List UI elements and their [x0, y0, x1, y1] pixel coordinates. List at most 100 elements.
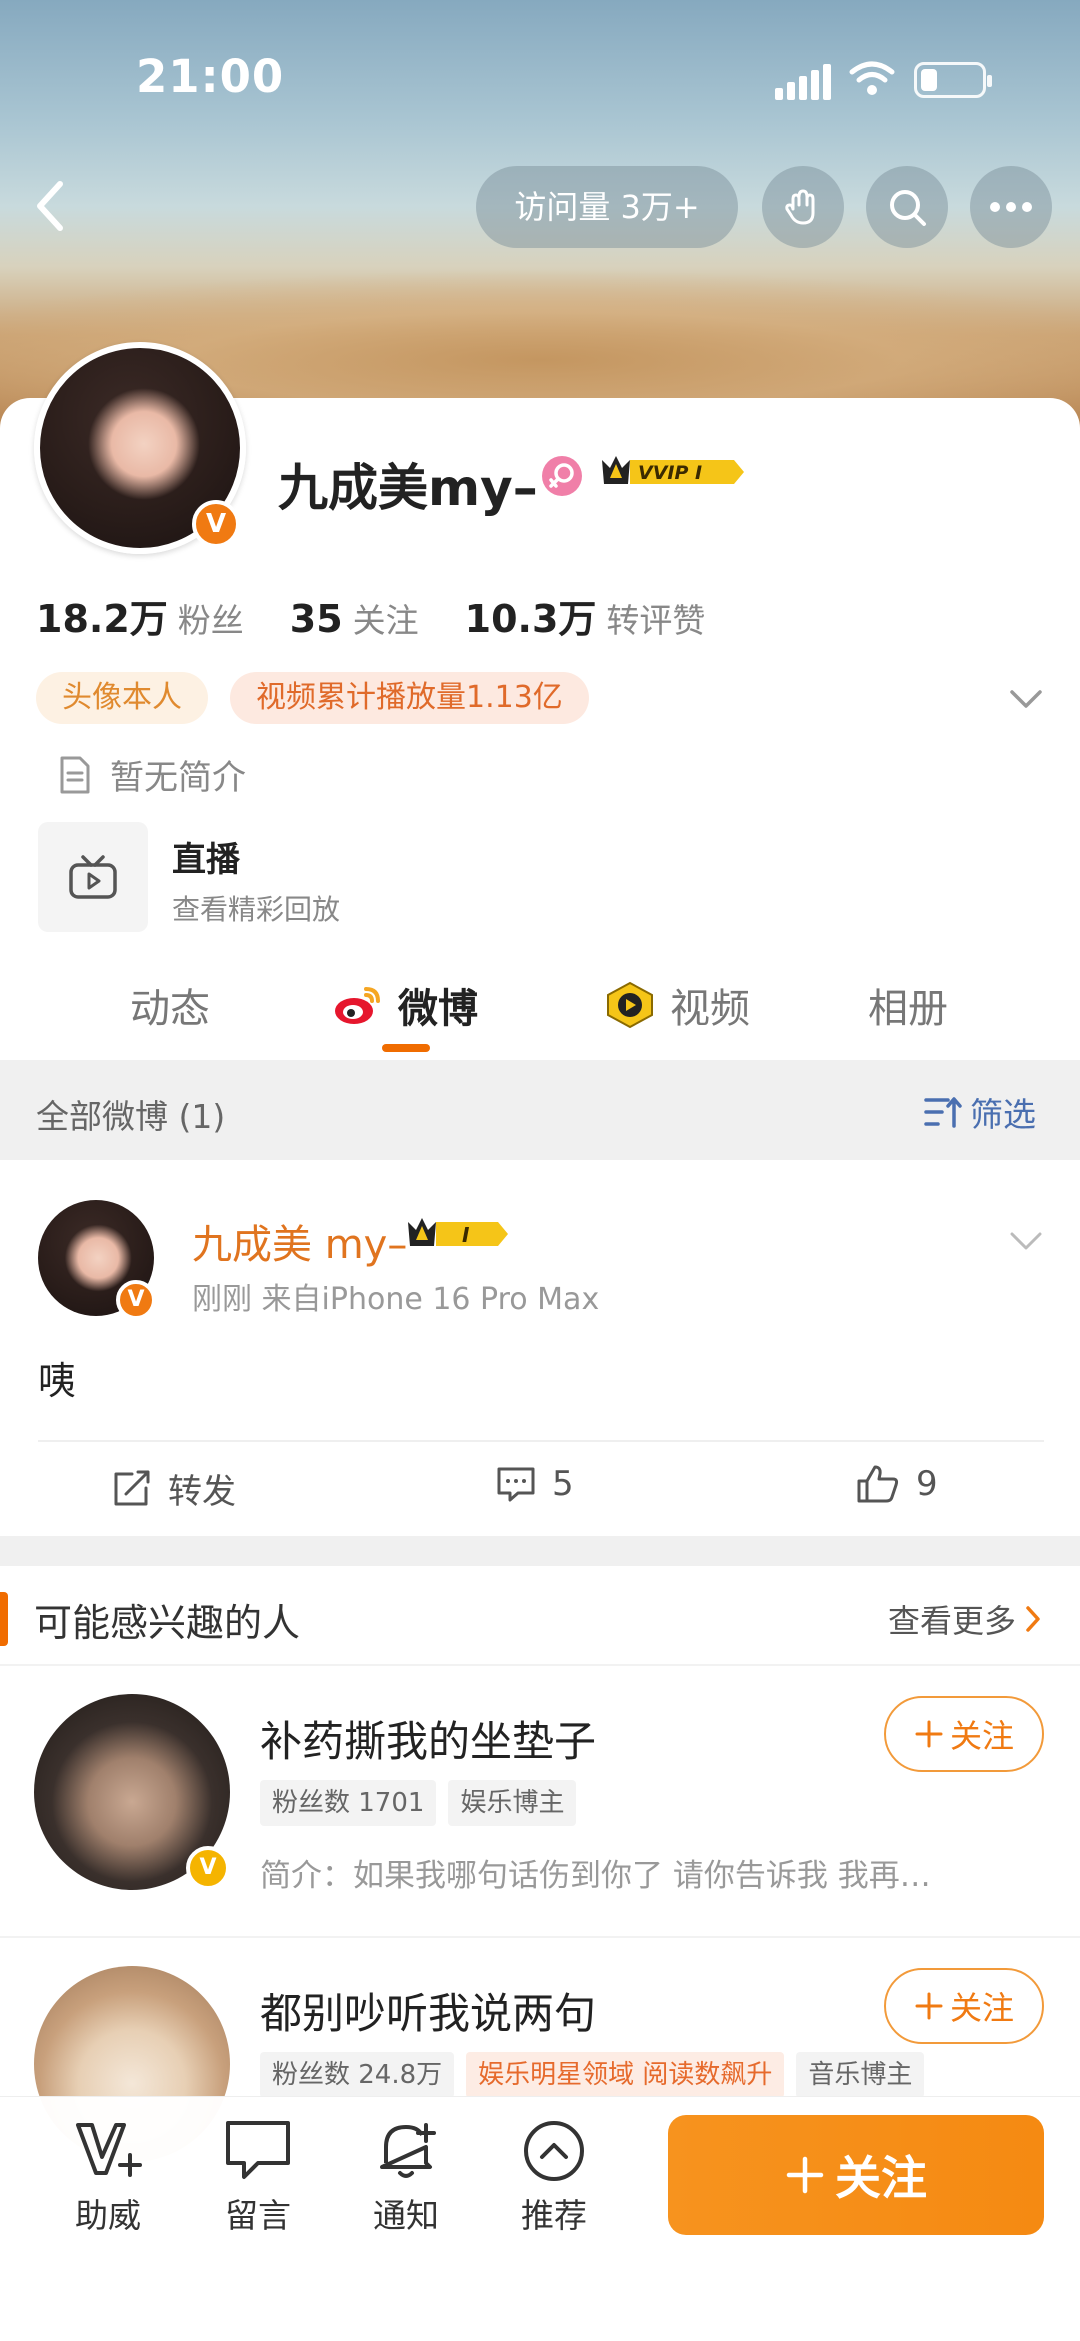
- tab-album[interactable]: 相册: [868, 976, 948, 1034]
- chevron-up-circle-icon: [524, 2121, 584, 2181]
- interactions-label: 转评赞: [606, 601, 706, 640]
- post-author[interactable]: 九成美 my–: [192, 1212, 407, 1270]
- battery-icon: [914, 62, 992, 98]
- tab-dynamics[interactable]: 动态: [130, 976, 210, 1034]
- tab-label: 微博: [398, 986, 478, 1032]
- back-icon[interactable]: [30, 176, 70, 236]
- repost-button[interactable]: 转发: [112, 1464, 236, 1513]
- plus-icon: [786, 2156, 824, 2194]
- verified-badge: V: [186, 1846, 230, 1890]
- vvip-badge: VVIP I: [602, 456, 744, 484]
- thumbs-up-icon: [857, 1465, 899, 1503]
- tab-label: 视频: [670, 986, 750, 1032]
- live-subtitle[interactable]: 查看精彩回放: [172, 888, 340, 928]
- message-label: 留言: [225, 2196, 291, 2235]
- message-icon: [226, 2121, 290, 2179]
- followers-count[interactable]: 18.2万: [36, 588, 168, 643]
- interactions-count: 10.3万: [464, 597, 597, 641]
- user-tags: 粉丝数 1701 娱乐博主: [260, 1780, 577, 1826]
- tv-play-icon: [69, 855, 117, 899]
- chevron-right-icon: [1026, 1606, 1040, 1632]
- vvip-badge-text: VVIP I: [638, 462, 702, 484]
- comment-button[interactable]: 5: [496, 1464, 574, 1504]
- divider: [38, 1440, 1044, 1442]
- plus-icon: [915, 1720, 943, 1748]
- section-accent-bar: [0, 1592, 8, 1646]
- document-icon: [60, 756, 90, 793]
- status-bar: 21:00: [0, 50, 1080, 110]
- recommended-user[interactable]: V 补药撕我的坐垫子 粉丝数 1701 娱乐博主 简介：如果我哪句话伤到你了 请…: [0, 1668, 1080, 1938]
- filter-button[interactable]: 筛选: [924, 1088, 1036, 1136]
- fans-count-tag: 粉丝数 1701: [260, 1780, 437, 1826]
- cheer-label: 助威: [75, 2196, 141, 2235]
- followers-label[interactable]: 粉丝: [178, 594, 244, 642]
- verified-badge: V: [192, 500, 240, 548]
- tag-video-plays[interactable]: 视频累计播放量1.13亿: [230, 672, 589, 724]
- tab-label: 动态: [130, 986, 210, 1032]
- recommend-button[interactable]: 推荐: [494, 2117, 614, 2237]
- follow-label: 关注: [949, 1989, 1014, 2027]
- user-intro: 简介：如果我哪句话伤到你了 请你告诉我 我再…: [260, 1858, 931, 1894]
- follow-button[interactable]: 关注: [884, 1696, 1044, 1772]
- repost-icon: [114, 1470, 150, 1505]
- chevron-down-icon[interactable]: [1008, 684, 1044, 712]
- see-more-link[interactable]: 查看更多: [888, 1596, 1042, 1642]
- plus-icon: [915, 1992, 943, 2020]
- like-count: 9: [916, 1464, 938, 1504]
- recommend-title: 可能感兴趣的人: [34, 1601, 301, 1645]
- tab-label: 相册: [868, 986, 948, 1032]
- fans-count-tag: 粉丝数 24.8万: [260, 2052, 455, 2098]
- user-name[interactable]: 都别吵听我说两句: [260, 1980, 596, 2041]
- search-button[interactable]: [866, 166, 948, 248]
- following-count[interactable]: 35: [290, 597, 343, 641]
- repost-label: 转发: [168, 1472, 236, 1512]
- chevron-down-icon[interactable]: [1008, 1226, 1044, 1254]
- greet-button[interactable]: [762, 166, 844, 248]
- like-button[interactable]: 9: [856, 1464, 938, 1504]
- live-thumbnail[interactable]: [38, 822, 148, 932]
- filter-label: 筛选: [970, 1095, 1036, 1134]
- section-gap: [0, 1536, 1080, 1566]
- female-gender-icon: [542, 456, 582, 496]
- active-tab-indicator: [382, 1044, 430, 1052]
- profile-tabs: 动态 微博 视频 相册: [0, 962, 1080, 1062]
- user-name[interactable]: 补药撕我的坐垫子: [260, 1708, 596, 1769]
- tag-avatar-real[interactable]: 头像本人: [36, 672, 208, 724]
- more-dots-icon: [990, 202, 1032, 212]
- see-more-label: 查看更多: [888, 1602, 1017, 1640]
- comment-count: 5: [552, 1464, 574, 1504]
- visits-pill[interactable]: 访问量 3万+: [476, 166, 738, 248]
- filter-icon: [924, 1097, 962, 1128]
- profile-stats: 18.2万 粉丝 35 关注 10.3万 转评赞: [36, 588, 751, 643]
- category-tag: 娱乐博主: [448, 1780, 577, 1826]
- search-icon: [890, 190, 926, 226]
- follow-main-button[interactable]: 关注: [668, 2115, 1044, 2235]
- profile-name: 九成美my–: [278, 459, 538, 517]
- following-label[interactable]: 关注: [353, 594, 419, 642]
- category-tag: 音乐博主: [796, 2052, 925, 2098]
- weibo-post[interactable]: V 九成美 my– I 刚刚 来自iPhone 16 Pro Max 咦 转发 …: [0, 1160, 1080, 1536]
- profile-tags: 头像本人 视频累计播放量1.13亿: [36, 672, 589, 724]
- feed-count-label: 全部微博 (1): [36, 1097, 226, 1136]
- user-tags: 粉丝数 24.8万 娱乐明星领域 阅读数飙升 音乐博主: [260, 2052, 925, 2098]
- recommend-header: 可能感兴趣的人 查看更多: [0, 1566, 1080, 1666]
- recommend-label: 推荐: [521, 2196, 587, 2235]
- tab-video[interactable]: 视频: [602, 976, 750, 1034]
- follow-button[interactable]: 关注: [884, 1968, 1044, 2044]
- cheer-button[interactable]: 助威: [48, 2117, 168, 2237]
- feed-filter-bar: 全部微博 (1) 筛选: [0, 1060, 1080, 1160]
- comment-icon: [497, 1467, 535, 1502]
- post-text: 咦: [38, 1359, 77, 1403]
- more-button[interactable]: [970, 166, 1052, 248]
- live-title[interactable]: 直播: [172, 832, 240, 881]
- wifi-icon: [849, 61, 895, 95]
- bell-plus-icon: [380, 2123, 436, 2178]
- tab-weibo[interactable]: 微博: [332, 976, 478, 1034]
- message-button[interactable]: 留言: [198, 2117, 318, 2237]
- post-meta: 刚刚 来自iPhone 16 Pro Max: [192, 1282, 600, 1317]
- weibo-logo-icon: [335, 987, 380, 1024]
- intro-text: 暂无简介: [110, 758, 246, 798]
- trending-tag: 娱乐明星领域 阅读数飙升: [466, 2052, 785, 2098]
- wave-hand-icon: [785, 189, 815, 225]
- notify-button[interactable]: 通知: [346, 2117, 466, 2237]
